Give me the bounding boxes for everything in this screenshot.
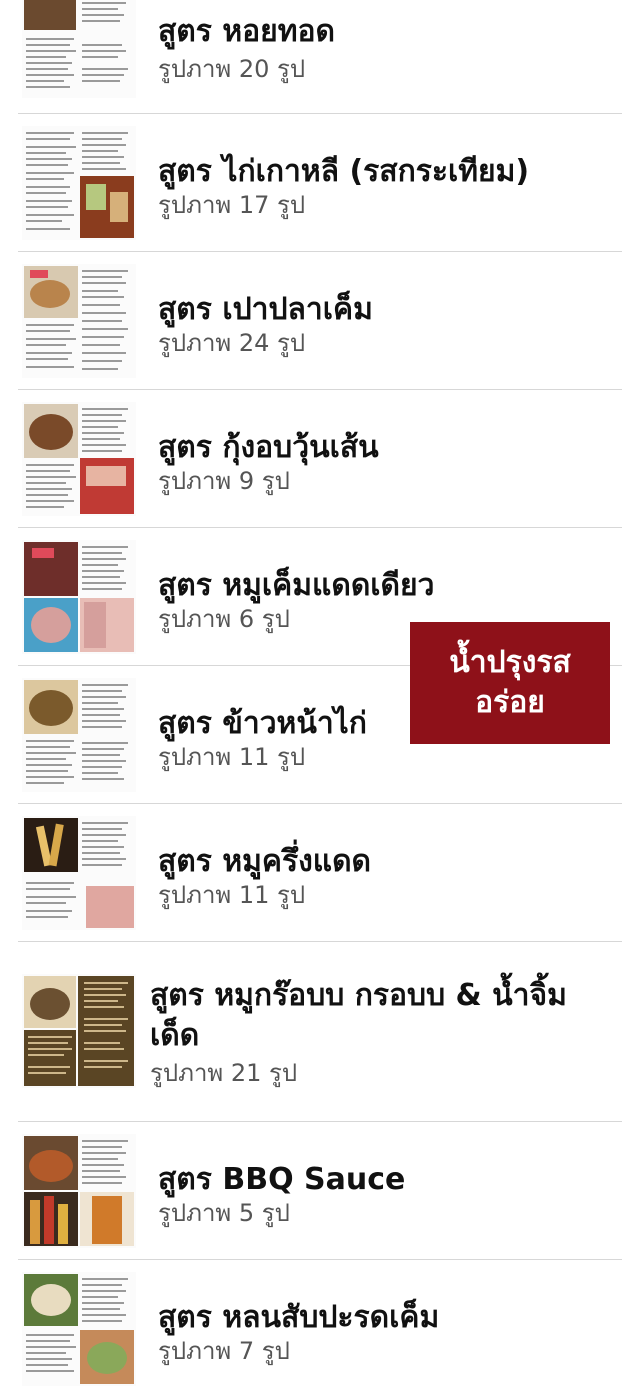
album-thumbnail[interactable] [22, 126, 136, 240]
album-title[interactable]: สูตร เปาปลาเค็ม [158, 290, 598, 330]
album-title[interactable]: สูตร หมูกร๊อบบ กรอบบ & น้ำจิ้มเด็ด [150, 976, 600, 1056]
photo-count: รูปภาพ 17 รูป [158, 191, 306, 219]
album-title[interactable]: สูตร BBQ Sauce [158, 1160, 598, 1200]
album-thumbnail[interactable] [22, 402, 136, 516]
promo-overlay-badge: น้ำปรุงรส อร่อย [410, 622, 610, 744]
list-item[interactable]: สูตร หอยทอด รูปภาพ 20 รูป [0, 0, 640, 114]
list-item[interactable]: สูตร หลนสับปะรดเค็ม รูปภาพ 7 รูป [0, 1260, 640, 1386]
album-title[interactable]: สูตร หมูเค็มแดดเดียว [158, 566, 598, 606]
album-thumbnail[interactable] [22, 1272, 136, 1386]
list-item[interactable]: สูตร เปาปลาเค็ม รูปภาพ 24 รูป [0, 252, 640, 390]
photo-count: รูปภาพ 7 รูป [158, 1337, 290, 1365]
overlay-line-1: น้ำปรุงรส [449, 645, 571, 680]
album-thumbnail[interactable] [22, 540, 136, 654]
photo-count: รูปภาพ 11 รูป [158, 743, 306, 771]
photo-count: รูปภาพ 24 รูป [158, 329, 306, 357]
album-title[interactable]: สูตร หมูครึ่งแดด [158, 842, 598, 882]
photo-count: รูปภาพ 20 รูป [158, 55, 306, 83]
list-item[interactable]: สูตร กุ้งอบวุ้นเส้น รูปภาพ 9 รูป [0, 390, 640, 528]
album-title[interactable]: สูตร กุ้งอบวุ้นเส้น [158, 428, 598, 468]
overlay-line-2: อร่อย [475, 685, 545, 720]
album-title[interactable]: สูตร หลนสับปะรดเค็ม [158, 1298, 598, 1338]
album-thumbnail[interactable] [22, 0, 136, 98]
album-thumbnail[interactable] [22, 816, 136, 930]
photo-count: รูปภาพ 6 รูป [158, 605, 290, 633]
album-title[interactable]: สูตร ไก่เกาหลี (รสกระเทียม) [158, 152, 598, 192]
album-thumbnail[interactable] [22, 1134, 136, 1248]
photo-count: รูปภาพ 21 รูป [150, 1059, 298, 1087]
list-item[interactable]: สูตร หมูครึ่งแดด รูปภาพ 11 รูป [0, 804, 640, 942]
album-thumbnail[interactable] [22, 974, 136, 1088]
list-item[interactable]: สูตร หมูกร๊อบบ กรอบบ & น้ำจิ้มเด็ด รูปภา… [0, 942, 640, 1122]
album-thumbnail[interactable] [22, 678, 136, 792]
photo-count: รูปภาพ 9 รูป [158, 467, 290, 495]
photo-count: รูปภาพ 11 รูป [158, 881, 306, 909]
list-item[interactable]: สูตร ไก่เกาหลี (รสกระเทียม) รูปภาพ 17 รู… [0, 114, 640, 252]
album-title[interactable]: สูตร หอยทอด [158, 12, 598, 52]
album-thumbnail[interactable] [22, 264, 136, 378]
list-item[interactable]: สูตร BBQ Sauce รูปภาพ 5 รูป [0, 1122, 640, 1260]
photo-count: รูปภาพ 5 รูป [158, 1199, 290, 1227]
